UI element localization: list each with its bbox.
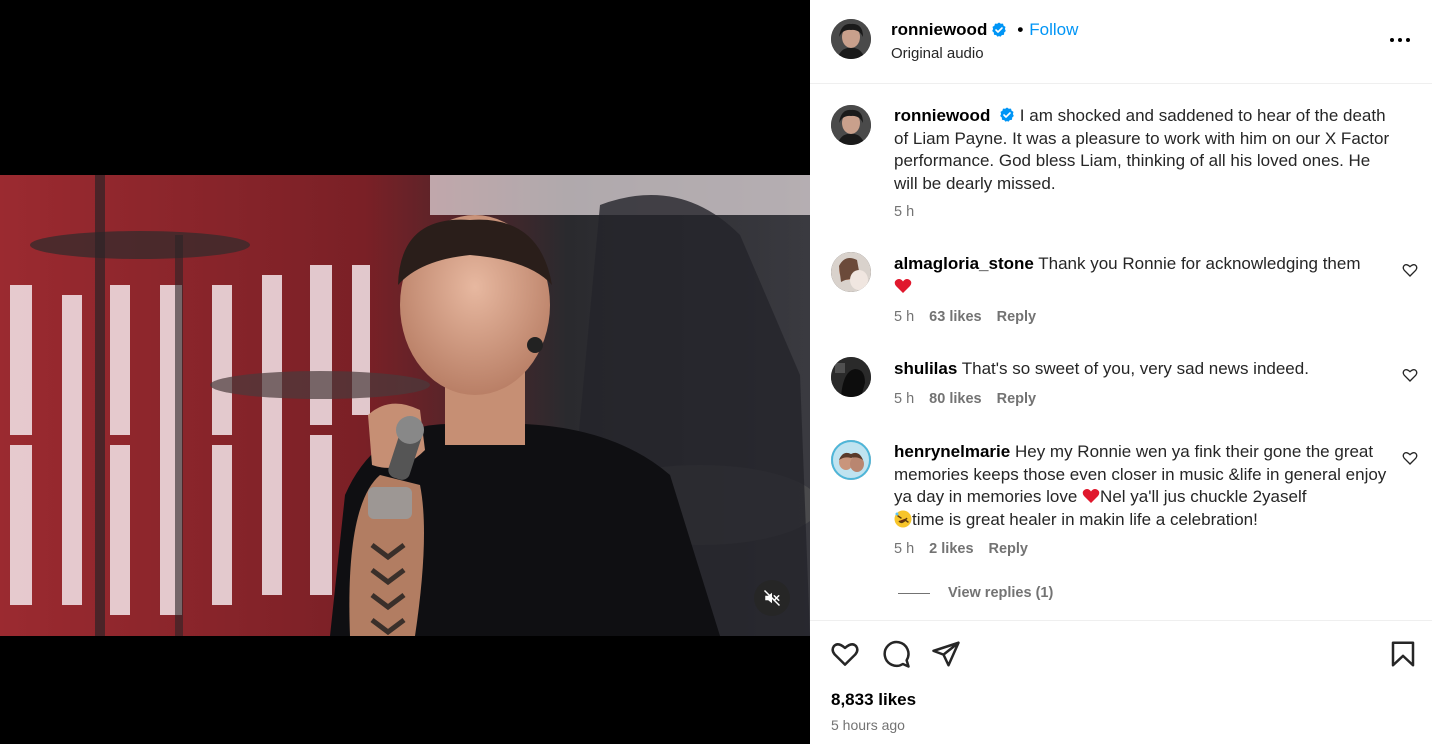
comment-time[interactable]: 5 h xyxy=(894,541,914,557)
save-bookmark-icon[interactable] xyxy=(1388,639,1418,669)
reply-button[interactable]: Reply xyxy=(989,541,1029,557)
author-username[interactable]: ronniewood xyxy=(891,20,987,40)
divider-line xyxy=(898,592,930,594)
follow-button[interactable]: Follow xyxy=(1029,20,1078,40)
comment-meta: 5 h 2 likes Reply xyxy=(894,541,1028,557)
like-comment-heart-icon[interactable] xyxy=(1402,450,1418,466)
red-heart-emoji-icon xyxy=(894,278,912,293)
media-pane xyxy=(0,0,810,744)
comment-meta: 5 h 80 likes Reply xyxy=(894,391,1036,407)
avatar-image xyxy=(831,19,871,59)
post-likes-count[interactable]: 8,833 likes xyxy=(831,690,916,710)
mute-button[interactable] xyxy=(754,580,790,616)
reply-button[interactable]: Reply xyxy=(997,391,1037,407)
post-timestamp[interactable]: 5 hours ago xyxy=(831,717,905,733)
comment-likes[interactable]: 63 likes xyxy=(929,309,981,325)
like-comment-heart-icon[interactable] xyxy=(1402,367,1418,383)
comment-bubble-icon[interactable] xyxy=(881,639,911,669)
verified-badge-icon xyxy=(992,22,1007,37)
comment-avatar[interactable] xyxy=(831,252,871,292)
comment-text: henrynelmarie Hey my Ronnie wen ya fink … xyxy=(894,441,1394,531)
video-player[interactable] xyxy=(0,175,810,636)
comment-text: shulilas That's so sweet of you, very sa… xyxy=(894,358,1394,381)
comment-username[interactable]: almagloria_stone xyxy=(894,254,1034,273)
more-dots-icon xyxy=(1390,38,1410,42)
avatar-image xyxy=(831,440,871,480)
comment-username[interactable]: henrynelmarie xyxy=(894,442,1010,461)
verified-badge-icon xyxy=(1000,107,1014,122)
video-frame xyxy=(0,175,810,636)
rolling-laughing-emoji-icon xyxy=(894,510,912,527)
comment-avatar[interactable] xyxy=(831,440,871,480)
header-user-row: ronniewood • Follow xyxy=(891,20,1078,40)
comment-avatar[interactable] xyxy=(831,357,871,397)
reply-button[interactable]: Reply xyxy=(997,309,1037,325)
comment-body: Thank you Ronnie for acknowledging them xyxy=(1038,254,1361,273)
post-actions: 8,833 likes 5 hours ago xyxy=(810,620,1432,744)
instagram-post-view: ronniewood • Follow Original audio ronni… xyxy=(0,0,1432,744)
caption-avatar[interactable] xyxy=(831,105,871,145)
comment-body-part2: Nel ya'll jus chuckle 2yaself xyxy=(1100,487,1307,506)
post-sidebar: ronniewood • Follow Original audio ronni… xyxy=(810,0,1432,744)
comment-likes[interactable]: 2 likes xyxy=(929,541,973,557)
caption-meta: 5 h xyxy=(894,204,914,220)
comment-time[interactable]: 5 h xyxy=(894,309,914,325)
comment-body-part3: time is great healer in makin life a cel… xyxy=(912,509,1258,529)
audio-label[interactable]: Original audio xyxy=(891,45,984,62)
comment-meta: 5 h 63 likes Reply xyxy=(894,309,1036,325)
comment-body: That's so sweet of you, very sad news in… xyxy=(961,359,1309,378)
caption-text: ronniewood I am shocked and saddened to … xyxy=(894,105,1394,195)
muted-speaker-icon xyxy=(763,589,781,607)
author-avatar[interactable] xyxy=(831,19,871,59)
caption-username[interactable]: ronniewood xyxy=(894,106,990,125)
avatar-image xyxy=(831,252,871,292)
comment-time[interactable]: 5 h xyxy=(894,391,914,407)
red-heart-emoji-icon xyxy=(1082,489,1100,503)
caption-time[interactable]: 5 h xyxy=(894,204,914,220)
comment-text: almagloria_stone Thank you Ronnie for ac… xyxy=(894,253,1394,298)
like-heart-icon[interactable] xyxy=(830,639,860,669)
comment-username[interactable]: shulilas xyxy=(894,359,957,378)
comment-likes[interactable]: 80 likes xyxy=(929,391,981,407)
more-options-button[interactable] xyxy=(1388,30,1412,50)
like-comment-heart-icon[interactable] xyxy=(1402,262,1418,278)
separator-dot: • xyxy=(1017,20,1024,39)
avatar-image xyxy=(831,105,871,145)
post-header: ronniewood • Follow Original audio xyxy=(810,0,1432,84)
view-replies-label: View replies (1) xyxy=(948,585,1054,601)
view-replies-button[interactable]: View replies (1) xyxy=(898,585,1053,601)
avatar-image xyxy=(831,357,871,397)
share-paper-plane-icon[interactable] xyxy=(931,639,961,669)
